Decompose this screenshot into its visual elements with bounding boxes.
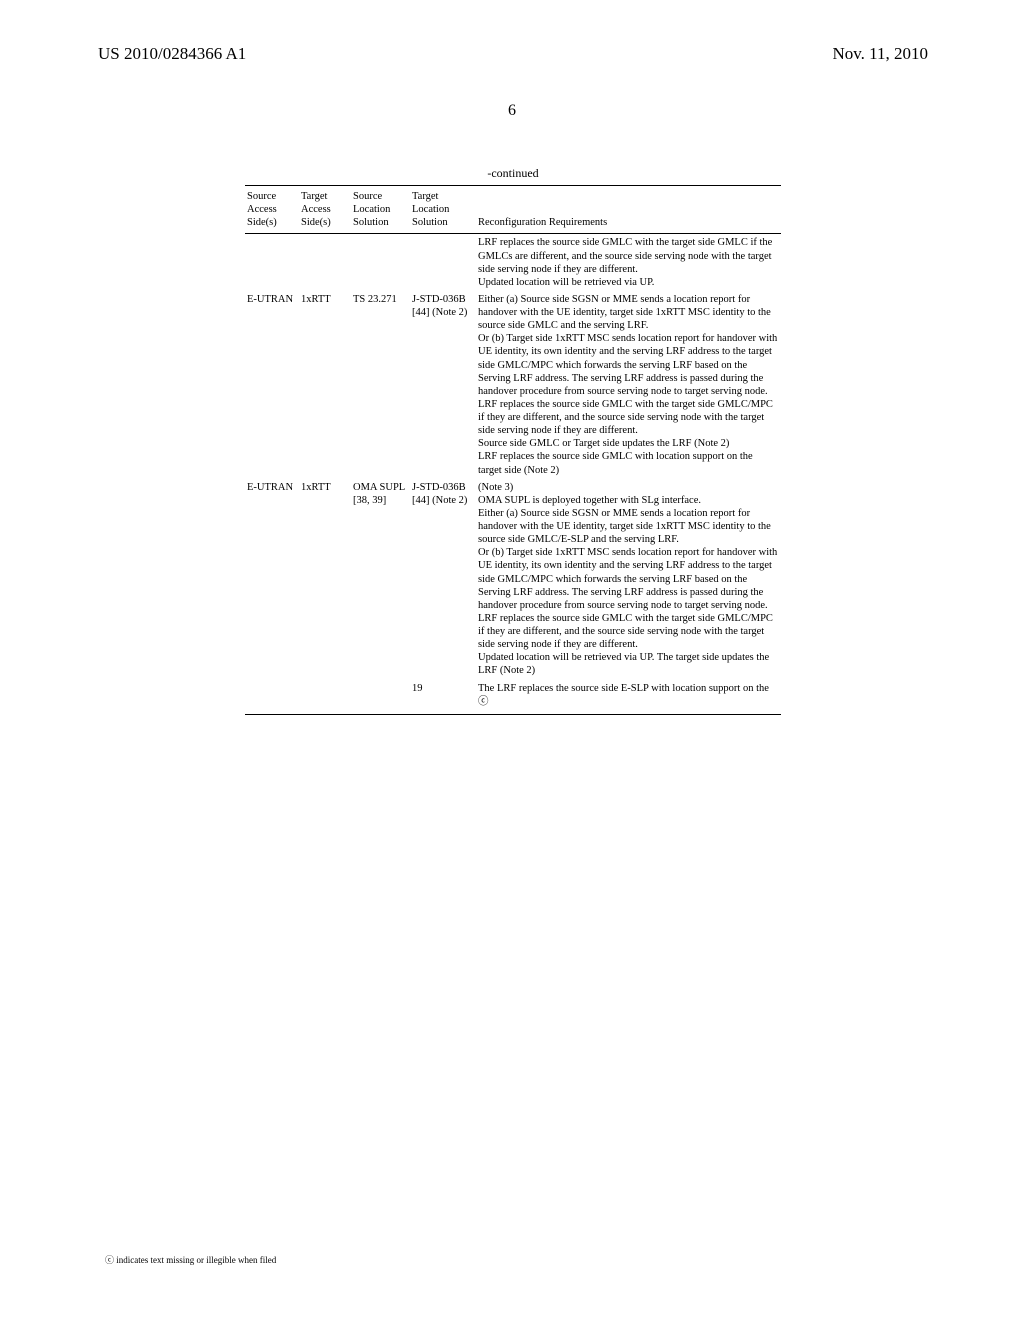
- col-source-loc: Source Location Solution: [351, 186, 410, 234]
- cell-requirements: Either (a) Source side SGSN or MME sends…: [476, 291, 781, 479]
- cell-target-loc: [410, 234, 476, 291]
- cell-source-access: E-UTRAN: [245, 479, 299, 680]
- cell-requirements: LRF replaces the source side GMLC with t…: [476, 234, 781, 291]
- cell-target-access: [299, 234, 351, 291]
- main-content: -continued Source Access Side(s) Target …: [245, 166, 781, 715]
- table-row: 19 The LRF replaces the source side E-SL…: [245, 680, 781, 715]
- cell-source-loc: TS 23.271: [351, 291, 410, 479]
- cell-source-access: [245, 234, 299, 291]
- cell-target-loc: J-STD-036B [44] (Note 2): [410, 291, 476, 479]
- col-target-loc: Target Location Solution: [410, 186, 476, 234]
- page-number: 6: [0, 102, 1024, 120]
- col-requirements: Reconfiguration Requirements: [476, 186, 781, 234]
- table-continued-label: -continued: [245, 166, 781, 181]
- cell-source-loc: [351, 234, 410, 291]
- reconfiguration-table: Source Access Side(s) Target Access Side…: [245, 185, 781, 715]
- cell-target-access: [299, 680, 351, 715]
- cell-target-access: 1xRTT: [299, 479, 351, 680]
- publication-date: Nov. 11, 2010: [832, 44, 928, 64]
- table-row: E-UTRAN 1xRTT OMA SUPL [38, 39] J-STD-03…: [245, 479, 781, 680]
- col-source-access: Source Access Side(s): [245, 186, 299, 234]
- cell-target-loc: J-STD-036B [44] (Note 2): [410, 479, 476, 680]
- cell-target-access: 1xRTT: [299, 291, 351, 479]
- cell-source-loc: [351, 680, 410, 715]
- cell-source-access: [245, 680, 299, 715]
- cell-source-access: E-UTRAN: [245, 291, 299, 479]
- cell-target-loc: 19: [410, 680, 476, 715]
- table-row: E-UTRAN 1xRTT TS 23.271 J-STD-036B [44] …: [245, 291, 781, 479]
- cell-source-loc: OMA SUPL [38, 39]: [351, 479, 410, 680]
- table-header-row: Source Access Side(s) Target Access Side…: [245, 186, 781, 234]
- publication-number: US 2010/0284366 A1: [98, 44, 246, 64]
- table-row: LRF replaces the source side GMLC with t…: [245, 234, 781, 291]
- col-target-access: Target Access Side(s): [299, 186, 351, 234]
- cell-requirements: (Note 3) OMA SUPL is deployed together w…: [476, 479, 781, 680]
- footnote-illegible: ⓒ indicates text missing or illegible wh…: [105, 1253, 276, 1266]
- cell-requirements: The LRF replaces the source side E-SLP w…: [476, 680, 781, 715]
